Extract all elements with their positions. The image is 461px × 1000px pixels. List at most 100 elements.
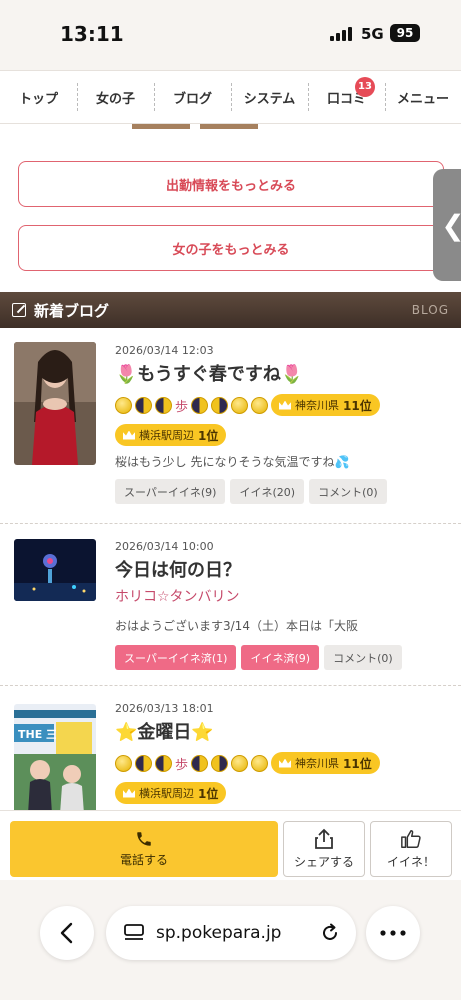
like-button[interactable]: イイネ(20) [230,479,305,504]
pencil-icon [12,303,26,317]
network-type: 5G [361,25,384,43]
full-moon-icon [115,396,132,414]
super-like-button[interactable]: スーパーイイネ済(1) [115,645,237,670]
nav-top-label: トップ [18,91,58,107]
full-moon-icon [231,396,249,414]
phone-icon [137,832,151,846]
chevron-left-icon [60,922,73,944]
section-title-en: BLOG [411,303,449,317]
half-moon-icon [155,754,172,772]
battery-icon: 95 [390,24,420,42]
ellipsis-icon [380,930,406,936]
crown-icon [123,788,135,798]
half-moon-icon [211,396,229,414]
post-thumbnail[interactable] [14,539,96,601]
girl-thumbnail-peek[interactable] [200,124,258,129]
rank-badge: 神奈川県 11位 [271,394,380,416]
post-date: 2026/03/13 18:01 [115,702,214,715]
half-moon-icon [155,396,172,414]
rank-row: 横浜駅周辺 1位 [115,781,453,805]
blog-post[interactable]: 2026/03/14 12:03 🌷もうすぐ春ですね🌷 歩 神奈川県 11位 横… [0,328,461,524]
like-button[interactable]: イイネ済(9) [241,645,320,670]
top-nav: トップ 女の子 ブログ システム 口コミ 13 メニュー [0,70,461,124]
rank-row: 横浜駅周辺 1位 [115,423,453,447]
signal-icon [330,27,352,41]
full-moon-icon [251,754,269,772]
comment-button[interactable]: コメント(0) [309,479,387,504]
half-moon-icon [191,754,209,772]
status-bar: 13:11 5G 95 [0,0,461,68]
more-schedule-button[interactable]: 出勤情報をもっとみる [18,161,444,207]
reader-icon [124,924,144,940]
post-thumbnail[interactable]: THE 三者面談 [14,704,96,810]
post-author[interactable]: ホリコ☆タンバリン [115,587,453,607]
rank-position: 11位 [343,756,372,771]
more-options-button[interactable] [366,906,420,960]
address-bar[interactable]: sp.pokepara.jp [106,906,356,960]
rank-position: 1位 [198,428,219,443]
full-moon-icon [115,754,132,772]
rank-position: 11位 [343,398,372,413]
browser-toolbar: sp.pokepara.jp [0,880,461,1000]
post-excerpt: おはようございます3/14（土）本日は「大阪 [115,619,358,633]
half-moon-icon [191,396,209,414]
share-button[interactable]: シェアする [283,821,365,877]
half-moon-icon [135,754,152,772]
post-title[interactable]: 🌷もうすぐ春ですね🌷 [115,363,453,387]
rank-row: 歩 神奈川県 11位 [115,751,453,775]
like-page-button[interactable]: イイネ！ [370,821,452,877]
call-button[interactable]: 電話する [10,821,278,877]
nav-reviews[interactable]: 口コミ 13 [308,71,385,123]
reaction-tags: スーパーイイネ済(1) イイネ済(9) コメント(0) [115,645,453,670]
reviews-count-badge: 13 [355,77,375,97]
share-icon [315,828,333,849]
nav-top[interactable]: トップ [0,71,77,123]
post-date: 2026/03/14 12:03 [115,344,214,357]
share-button-label: シェアする [293,855,354,869]
back-button[interactable] [40,906,94,960]
rank-area: 神奈川県 [295,757,340,770]
action-bar: 電話する シェアする イイネ！ [0,810,461,880]
nav-blog-label: ブログ [172,91,212,107]
nav-girls[interactable]: 女の子 [77,71,154,123]
nav-menu-label: メニュー [396,91,449,107]
girl-thumbnail-peek[interactable] [132,124,190,129]
rank-area: 神奈川県 [295,399,340,412]
blog-section-header: 新着ブログ BLOG [0,292,461,328]
post-title[interactable]: ⭐金曜日⭐ [115,721,453,745]
reload-icon[interactable] [320,923,340,943]
thumbs-up-icon [401,830,421,848]
comment-button[interactable]: コメント(0) [324,645,402,670]
super-like-button[interactable]: スーパーイイネ(9) [115,479,226,504]
nav-menu[interactable]: メニュー [385,71,461,123]
more-girls-button[interactable]: 女の子をもっとみる [18,225,444,271]
full-moon-icon [231,754,249,772]
nav-system[interactable]: システム [231,71,308,123]
rank-position: 1位 [198,786,219,801]
post-excerpt: 桜はもう少し 先になりそうな気温ですね💦 [115,455,350,469]
rank-area: 横浜駅周辺 [139,429,194,442]
post-date: 2026/03/14 10:00 [115,540,214,553]
clock: 13:11 [60,22,124,46]
rank-area: 横浜駅周辺 [139,787,194,800]
half-moon-icon [135,396,152,414]
crown-icon [279,758,292,768]
post-title[interactable]: 今日は何の日？ [115,559,453,583]
post-thumbnail[interactable] [14,342,96,465]
rank-badge: 横浜駅周辺 1位 [115,782,227,804]
rank-badge: 神奈川県 11位 [271,752,380,774]
crown-icon [123,430,135,440]
full-moon-icon [251,396,269,414]
blog-post[interactable]: THE 三者面談 2026/03/13 18:01 ⭐金曜日⭐ 歩 神奈川県 1… [0,686,461,810]
half-moon-icon [211,754,229,772]
side-drawer-tab[interactable]: ❮ [433,169,461,281]
blog-post[interactable]: 2026/03/14 10:00 今日は何の日？ ホリコ☆タンバリン おはようご… [0,524,461,686]
ayumi-mark: 歩 [175,399,189,415]
rank-row: 歩 神奈川県 11位 [115,393,453,417]
chevron-left-icon: ❮ [441,209,461,242]
reaction-tags: スーパーイイネ(9) イイネ(20) コメント(0) [115,479,453,504]
crown-icon [279,400,292,410]
section-title: 新着ブログ [34,301,110,320]
ayumi-mark: 歩 [175,757,189,773]
nav-blog[interactable]: ブログ [154,71,231,123]
